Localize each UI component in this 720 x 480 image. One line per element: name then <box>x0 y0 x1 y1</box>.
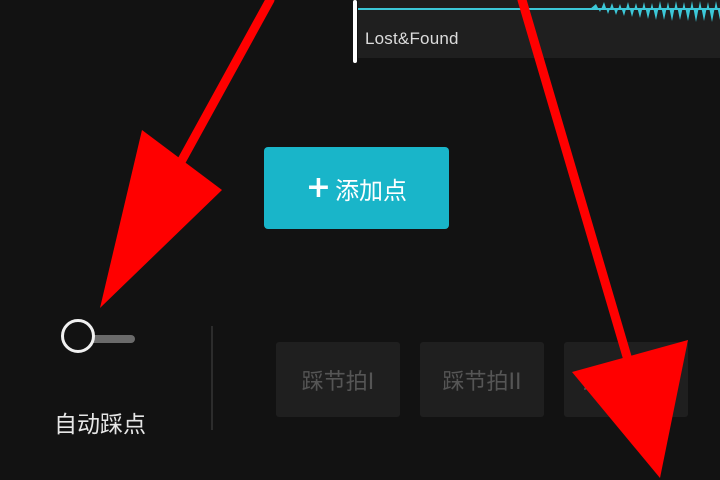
audio-timeline: Lost&Found <box>0 0 720 66</box>
add-point-button[interactable]: + 添加点 <box>264 147 449 229</box>
beat-2-button[interactable]: 踩节拍II <box>420 342 544 417</box>
auto-beat-toggle[interactable] <box>61 318 137 360</box>
audio-waveform <box>358 1 720 22</box>
divider <box>211 326 213 430</box>
auto-beat-label: 自动踩点 <box>54 412 146 438</box>
beat-1-button[interactable]: 踩节拍I <box>276 342 400 417</box>
playhead[interactable] <box>353 0 357 63</box>
beat-2-label: 踩节拍II <box>442 369 522 395</box>
plus-icon: + <box>305 170 332 205</box>
beat-1-label: 踩节拍I <box>301 369 375 395</box>
audio-track[interactable]: Lost&Found <box>358 0 720 58</box>
beat-3-button[interactable]: 踩节拍III <box>564 342 688 417</box>
add-point-label: 添加点 <box>335 176 408 205</box>
toggle-knob <box>61 319 95 353</box>
track-title: Lost&Found <box>365 29 459 48</box>
beat-3-label: 踩节拍III <box>583 369 669 395</box>
